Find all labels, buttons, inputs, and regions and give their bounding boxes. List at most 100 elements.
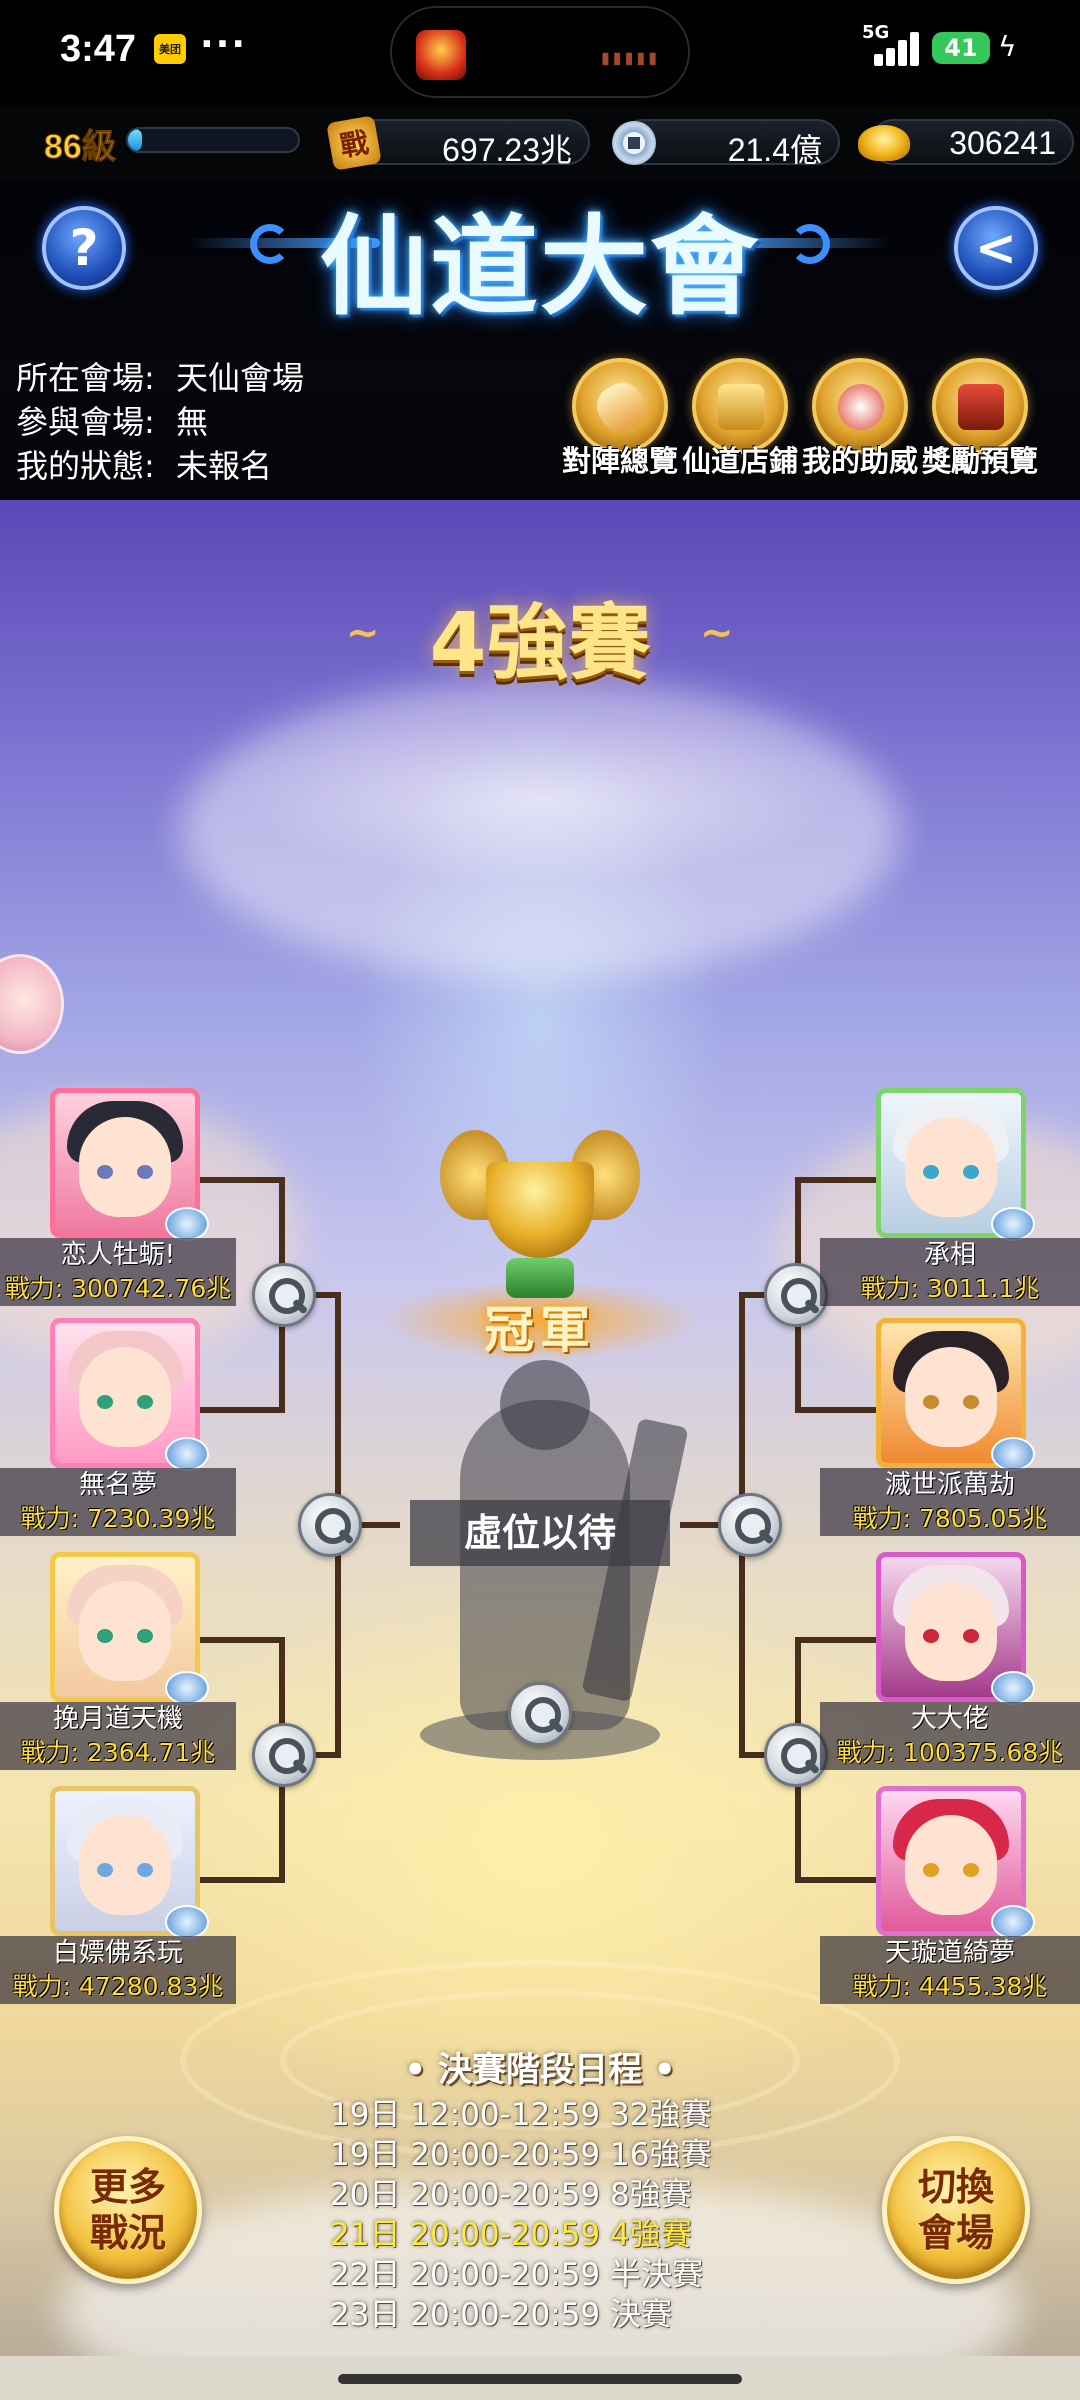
schedule-row: 19日 20:00-20:59 16強賽 xyxy=(330,2137,712,2173)
rank-badge-icon xyxy=(991,1671,1035,1705)
view-semifinal-magnify-icon[interactable] xyxy=(718,1493,782,1557)
player-avatar xyxy=(876,1552,1035,1705)
player-name: 大大佬 xyxy=(820,1702,1080,1736)
switch-venue-button[interactable]: 切換 會場 xyxy=(882,2136,1030,2284)
back-button[interactable]: < xyxy=(954,206,1038,290)
reward-preview-button[interactable]: 獎勵預覽 xyxy=(920,358,1040,498)
rank-badge-icon xyxy=(165,1671,209,1705)
player-card-left-1[interactable]: 恋人牡蛎! 戰力: 300742.76兆 xyxy=(0,1088,260,1320)
player-name: 恋人牡蛎! xyxy=(0,1238,236,1272)
player-card-left-3[interactable]: 挽月道天機 戰力: 2364.71兆 xyxy=(0,1552,260,1784)
player-avatar xyxy=(876,1786,1035,1939)
info-row-venue: 所在會場: 天仙會場 xyxy=(16,356,304,400)
player-power: 戰力: 4455.38兆 xyxy=(820,1970,1080,2004)
player-avatar xyxy=(876,1318,1035,1471)
question-mark-icon: ? xyxy=(69,219,99,277)
player-power: 戰力: 300742.76兆 xyxy=(0,1272,236,1306)
button-label: 會場 xyxy=(917,2211,994,2255)
page-title: 仙道大會 xyxy=(319,205,760,330)
player-power: 戰力: 47280.83兆 xyxy=(0,1970,236,2004)
player-card-right-2[interactable]: 滅世派萬劫 戰力: 7805.05兆 xyxy=(820,1318,1080,1550)
player-card-left-4[interactable]: 白嫖佛系玩 戰力: 47280.83兆 xyxy=(0,1786,260,2018)
rank-badge-icon xyxy=(165,1905,209,1939)
view-match-magnify-icon[interactable] xyxy=(252,1263,316,1327)
xp-progress-fill xyxy=(128,129,142,151)
matchup-overview-button[interactable]: 對陣總覽 xyxy=(560,358,680,498)
info-row-participating: 參與會場: 無 xyxy=(16,400,304,444)
rank-badge-icon xyxy=(165,1437,209,1471)
signal-bars-icon xyxy=(868,30,920,66)
champion-vacant-label: 虛位以待 xyxy=(410,1500,670,1566)
player-power: 戰力: 2364.71兆 xyxy=(0,1736,236,1770)
schedule-row: 20日 20:00-20:59 8強賽 xyxy=(330,2177,692,2213)
my-cheer-button[interactable]: 我的助威 xyxy=(800,358,920,498)
battery-icon: 41 xyxy=(932,32,990,64)
view-semifinal-magnify-icon[interactable] xyxy=(298,1493,362,1557)
more-notifications-icon: ··· xyxy=(200,24,248,65)
champion-label: 冠軍 xyxy=(484,1301,596,1359)
trophy-icon xyxy=(440,1120,640,1310)
round-title: 4強賽 xyxy=(429,596,651,691)
combat-power-pill[interactable]: 戰 697.23兆 xyxy=(326,115,590,171)
rank-badge-icon xyxy=(991,1437,1035,1471)
info-key: 我的狀態: xyxy=(16,447,155,485)
dynamic-island[interactable]: ▮▮▮▮▮ xyxy=(390,6,690,98)
player-power: 戰力: 7230.39兆 xyxy=(0,1502,236,1536)
view-match-magnify-icon[interactable] xyxy=(252,1723,316,1787)
player-card-right-4[interactable]: 天璇道綺夢 戰力: 4455.38兆 xyxy=(820,1786,1080,2018)
final-schedule: • 決賽階段日程 • 19日 12:00-12:59 32強賽 19日 20:0… xyxy=(330,2042,750,2335)
player-name: 承相 xyxy=(820,1238,1080,1272)
info-value: 天仙會場 xyxy=(176,359,305,397)
player-power: 戰力: 3011.1兆 xyxy=(820,1272,1080,1306)
player-card-right-1[interactable]: 承相 戰力: 3011.1兆 xyxy=(820,1088,1080,1320)
status-time: 3:47 xyxy=(60,28,137,70)
audio-wave-icon: ▮▮▮▮▮ xyxy=(600,48,660,67)
rank-badge-icon xyxy=(165,1207,209,1241)
silver-value: 21.4億 xyxy=(727,132,822,168)
player-name: 天璇道綺夢 xyxy=(820,1936,1080,1970)
player-level: 86級 xyxy=(44,128,117,167)
info-value: 未報名 xyxy=(176,447,273,485)
floating-assistant-avatar[interactable] xyxy=(0,954,64,1054)
player-card-right-3[interactable]: 大大佬 戰力: 100375.68兆 xyxy=(820,1552,1080,1784)
gold-pill[interactable]: 306241 xyxy=(858,119,1074,165)
player-card-left-2[interactable]: 無名夢 戰力: 7230.39兆 xyxy=(0,1318,260,1550)
sky-cloud xyxy=(180,680,900,980)
back-arrow-icon: < xyxy=(975,219,1017,277)
shortcut-label: 獎勵預覽 xyxy=(921,444,1038,478)
charging-bolt-icon: ϟ xyxy=(998,30,1017,63)
event-header: ? < 仙道大會 所在會場: 天仙會場 參與會場: 無 我的狀態: 未報名 對陣總覽 … xyxy=(0,180,1080,500)
tournament-arena: ~ ~ 4強賽 冠軍 虛位以待 恋人牡蛎! 戰力: 300742.76兆 無名夢… xyxy=(0,500,1080,2356)
info-key: 所在會場: xyxy=(16,359,155,397)
button-label: 更多 xyxy=(89,2165,166,2209)
view-final-magnify-icon[interactable] xyxy=(508,1682,572,1746)
player-avatar xyxy=(876,1088,1035,1241)
status-bar: 3:47 美团 ··· ▮▮▮▮▮ 5G 41 ϟ xyxy=(0,0,1080,105)
gold-value: 306241 xyxy=(949,125,1056,161)
view-match-magnify-icon[interactable] xyxy=(764,1723,828,1787)
info-row-status: 我的狀態: 未報名 xyxy=(16,444,304,488)
venue-info: 所在會場: 天仙會場 參與會場: 無 我的狀態: 未報名 xyxy=(16,356,304,488)
button-label: 切換 xyxy=(917,2165,994,2209)
shop-button[interactable]: 仙道店鋪 xyxy=(680,358,800,498)
player-name: 滅世派萬劫 xyxy=(820,1468,1080,1502)
more-battles-button[interactable]: 更多 戰況 xyxy=(54,2136,202,2284)
schedule-row: 23日 20:00-20:59 決賽 xyxy=(330,2297,673,2333)
silver-coin-icon xyxy=(612,121,656,165)
home-indicator-bar[interactable] xyxy=(0,2356,1080,2400)
rank-badge-icon xyxy=(991,1905,1035,1939)
combat-power-icon: 戰 xyxy=(326,115,382,171)
schedule-row: 22日 20:00-20:59 半決賽 xyxy=(330,2257,704,2293)
meituan-app-icon: 美团 xyxy=(154,34,186,64)
player-avatar xyxy=(50,1552,209,1705)
help-button[interactable]: ? xyxy=(42,206,126,290)
player-name: 白嫖佛系玩 xyxy=(0,1936,236,1970)
player-name: 挽月道天機 xyxy=(0,1702,236,1736)
schedule-row: 19日 12:00-12:59 32強賽 xyxy=(330,2097,712,2133)
silver-pill[interactable]: 21.4億 xyxy=(612,119,840,168)
player-power: 戰力: 7805.05兆 xyxy=(820,1502,1080,1536)
info-value: 無 xyxy=(176,403,209,441)
resource-bar: 86級 戰 697.23兆 21.4億 306241 xyxy=(0,105,1080,180)
info-key: 參與會場: xyxy=(16,403,155,441)
view-match-magnify-icon[interactable] xyxy=(764,1263,828,1327)
